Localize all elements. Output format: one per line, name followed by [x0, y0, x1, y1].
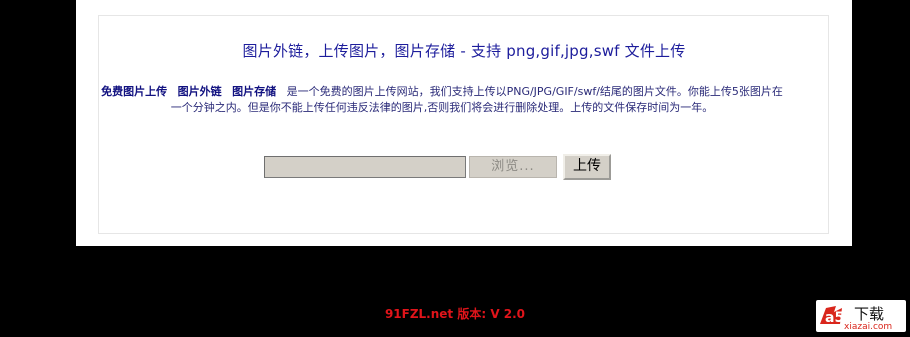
browse-button[interactable]: 浏览...	[469, 156, 557, 178]
upload-button[interactable]: 上传	[563, 154, 611, 180]
image-link-text: 图片外链	[177, 85, 222, 98]
upload-panel: 图片外链，上传图片，图片存储 - 支持 png,gif,jpg,swf 文件上传…	[76, 0, 852, 246]
logo-brand-text: 下载	[854, 305, 884, 323]
logo-domain-text: xiazai.com	[844, 322, 892, 330]
site-watermark: a5 下载 xiazai.com	[816, 300, 906, 332]
file-path-input[interactable]	[264, 156, 466, 178]
logo-mark-text: a5	[825, 310, 844, 326]
a5-download-logo-icon: a5 下载 xiazai.com	[820, 305, 892, 330]
description: 免费图片上传 图片外链 图片存储 是一个免费的图片上传网站，我们支持上传以PNG…	[98, 84, 786, 116]
upload-form: 浏览... 上传	[264, 154, 611, 180]
image-storage-text: 图片存储	[232, 85, 277, 98]
version-text: 91FZL.net 版本: V 2.0	[384, 307, 526, 321]
page-heading: 图片外链，上传图片，图片存储 - 支持 png,gif,jpg,swf 文件上传	[242, 42, 686, 60]
free-upload-link-text: 免费图片上传	[101, 85, 168, 98]
